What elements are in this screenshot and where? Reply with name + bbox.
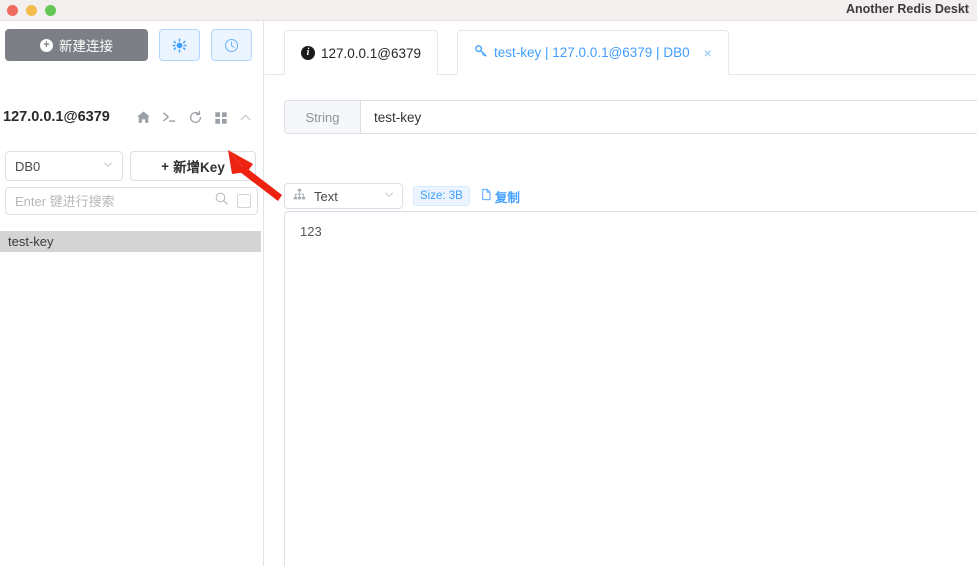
plus-icon: + [40, 38, 53, 52]
chevron-down-icon [383, 189, 395, 204]
clock-icon [224, 38, 239, 53]
close-icon[interactable]: × [704, 45, 712, 61]
window-title: Another Redis Deskt [846, 2, 969, 16]
collapse-icon[interactable] [239, 111, 252, 124]
connection-action-icons [136, 110, 252, 125]
value-toolbar: Text Size: 3B 复制 [284, 183, 520, 209]
db-select[interactable]: DB0 [5, 151, 123, 181]
tab-label: 127.0.0.1@6379 [321, 45, 422, 61]
connection-name: 127.0.0.1@6379 [3, 109, 110, 125]
document-icon [480, 188, 493, 204]
tab-bar: i 127.0.0.1@6379 test-key | 127.0.0.1@63… [265, 25, 977, 75]
add-key-button[interactable]: + 新增Key [130, 151, 256, 181]
window-titlebar: Another Redis Deskt [0, 0, 977, 21]
home-icon[interactable] [136, 110, 151, 125]
key-header-row: String [284, 100, 977, 134]
grid-icon[interactable] [214, 111, 228, 125]
gear-icon [172, 38, 187, 53]
tab-connection-info[interactable]: i 127.0.0.1@6379 [284, 30, 439, 75]
settings-button[interactable] [159, 29, 200, 61]
key-list: test-key [0, 231, 261, 252]
key-type-label: String [285, 101, 361, 133]
tab-key-detail[interactable]: test-key | 127.0.0.1@6379 | DB0 × [457, 30, 729, 75]
add-key-label: 新增Key [173, 160, 225, 175]
key-icon [474, 44, 488, 61]
app-root: Another Redis Deskt + 新建连接 127.0.0.1@637… [0, 0, 977, 566]
key-search-row [5, 187, 258, 215]
key-item-label: test-key [8, 234, 54, 249]
value-textarea[interactable]: 123 [284, 211, 977, 566]
sitemap-icon [293, 188, 306, 204]
new-connection-label: 新建连接 [59, 39, 113, 54]
main-panel: i 127.0.0.1@6379 test-key | 127.0.0.1@63… [265, 21, 977, 566]
console-icon[interactable] [162, 110, 177, 125]
info-icon: i [301, 46, 315, 60]
search-exact-checkbox[interactable] [237, 194, 251, 208]
value-format-value: Text [314, 188, 338, 204]
plus-icon: + [161, 158, 170, 174]
value-format-select[interactable]: Text [284, 183, 403, 209]
copy-button[interactable]: 复制 [480, 187, 520, 206]
search-icon[interactable] [214, 191, 229, 211]
new-connection-button[interactable]: + 新建连接 [5, 29, 148, 61]
maximize-window-button[interactable] [45, 5, 56, 16]
db-and-addkey-row: DB0 + 新增Key [5, 151, 256, 181]
refresh-icon[interactable] [188, 110, 203, 125]
status-badge: Size: 3B [413, 186, 470, 206]
copy-label: 复制 [494, 190, 520, 205]
window-traffic-lights [7, 5, 56, 16]
key-name-input[interactable] [361, 101, 977, 133]
close-window-button[interactable] [7, 5, 18, 16]
minimize-window-button[interactable] [26, 5, 37, 16]
list-item[interactable]: test-key [0, 231, 261, 252]
sidebar: + 新建连接 127.0.0.1@6379 DB0 + 新增Key Enter … [0, 21, 276, 566]
sidebar-toolbar: + 新建连接 [5, 29, 252, 61]
db-select-value: DB0 [15, 158, 41, 174]
chevron-down-icon [102, 159, 114, 174]
connection-header: 127.0.0.1@6379 [0, 107, 264, 135]
history-button[interactable] [211, 29, 252, 61]
search-input[interactable] [15, 193, 214, 209]
tab-label: test-key | 127.0.0.1@6379 | DB0 [494, 45, 690, 60]
